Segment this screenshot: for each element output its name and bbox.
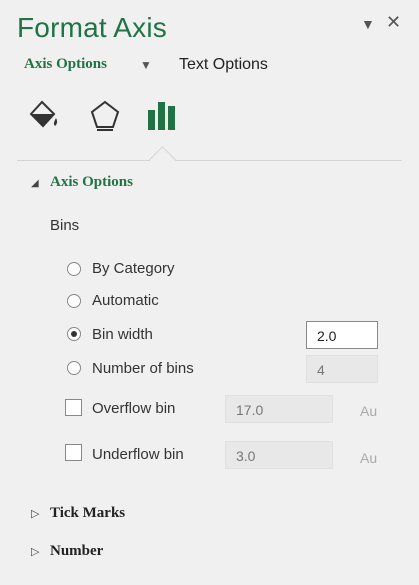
- tab-text-options[interactable]: Text Options: [179, 56, 268, 74]
- bin-width-input[interactable]: 2.0: [306, 321, 378, 349]
- radio-bin-width-label[interactable]: Bin width: [92, 326, 153, 343]
- pane-options-dropdown-icon[interactable]: ▼: [361, 16, 375, 32]
- radio-number-of-bins-label[interactable]: Number of bins: [92, 360, 194, 377]
- overflow-bin-checkbox[interactable]: [65, 399, 82, 416]
- number-of-bins-input[interactable]: 4: [306, 355, 378, 383]
- fill-line-icon[interactable]: [23, 96, 63, 136]
- tab-axis-options[interactable]: Axis Options: [24, 56, 107, 73]
- expanded-triangle-icon[interactable]: ◢: [31, 178, 39, 189]
- overflow-auto-button[interactable]: Au: [360, 403, 377, 419]
- section-number-title[interactable]: Number: [50, 543, 103, 560]
- radio-by-category[interactable]: [67, 262, 81, 276]
- pane-title: Format Axis: [17, 12, 168, 43]
- overflow-bin-input[interactable]: 17.0: [225, 395, 333, 423]
- effects-icon[interactable]: [85, 96, 125, 136]
- chevron-down-icon[interactable]: ▼: [140, 58, 152, 72]
- overflow-bin-label[interactable]: Overflow bin: [92, 400, 175, 417]
- radio-by-category-label[interactable]: By Category: [92, 260, 175, 277]
- radio-automatic-label[interactable]: Automatic: [92, 292, 159, 309]
- underflow-auto-button[interactable]: Au: [360, 450, 377, 466]
- radio-bin-width[interactable]: [67, 327, 81, 341]
- underflow-bin-label[interactable]: Underflow bin: [92, 446, 184, 463]
- bins-label: Bins: [50, 217, 80, 234]
- radio-number-of-bins[interactable]: [67, 361, 81, 375]
- active-tab-pointer: [149, 146, 176, 173]
- axis-options-icon[interactable]: [144, 96, 184, 136]
- close-icon[interactable]: ✕: [386, 12, 401, 33]
- section-axis-options-title[interactable]: Axis Options: [50, 174, 133, 191]
- collapsed-triangle-icon[interactable]: ▷: [31, 545, 39, 558]
- underflow-bin-input[interactable]: 3.0: [225, 441, 333, 469]
- underflow-bin-checkbox[interactable]: [65, 444, 82, 461]
- divider: [17, 160, 402, 161]
- radio-automatic[interactable]: [67, 294, 81, 308]
- section-tick-marks-title[interactable]: Tick Marks: [50, 505, 125, 522]
- collapsed-triangle-icon[interactable]: ▷: [31, 507, 39, 520]
